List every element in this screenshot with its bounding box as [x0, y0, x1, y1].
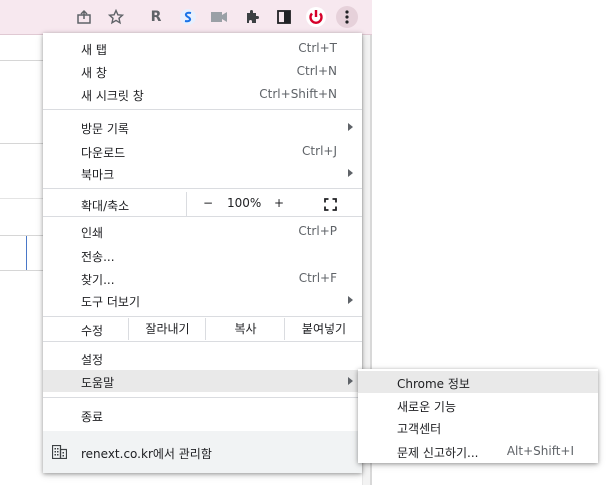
menu-separator [43, 216, 362, 217]
menu-separator [43, 109, 362, 110]
submenu-arrow-icon [348, 377, 353, 385]
r-extension-icon[interactable]: R [146, 7, 166, 27]
zoom-level: 100% [227, 196, 262, 210]
help-submenu: Chrome 정보 새로운 기능 고객센터 문제 신고하기... Alt+Shi… [358, 369, 598, 463]
menu-item-label: 새 창 [81, 66, 107, 80]
zoom-controls: − 100% + [186, 192, 363, 216]
menu-item-label: 북마크 [81, 168, 115, 182]
menu-item-shortcut: Ctrl+P [298, 224, 337, 238]
extensions-puzzle-icon[interactable] [242, 7, 262, 27]
zoom-out-button[interactable]: − [202, 196, 214, 210]
menu-separator [43, 341, 362, 342]
menu-item-label: 찾기... [81, 273, 115, 287]
menu-item-label: 새 탭 [81, 43, 107, 57]
s-extension-icon[interactable] [178, 7, 198, 27]
managed-by-org[interactable]: renext.co.kr에서 관리함 [43, 431, 362, 473]
menu-item-help[interactable]: 도움말 [43, 370, 362, 392]
menu-item-history[interactable]: 방문 기록 [43, 116, 362, 138]
building-icon [51, 444, 68, 460]
submenu-item-about-chrome[interactable]: Chrome 정보 [358, 371, 598, 393]
menu-item-label: 방문 기록 [81, 122, 129, 136]
power-icon[interactable] [304, 5, 328, 29]
chrome-menu: 새 탭 Ctrl+T 새 창 Ctrl+N 새 시크릿 창 Ctrl+Shift… [43, 33, 362, 473]
page-input-box [0, 235, 44, 271]
menu-item-label: Chrome 정보 [397, 377, 470, 391]
managed-label: renext.co.kr에서 관리함 [81, 447, 212, 461]
menu-separator [43, 188, 362, 189]
menu-item-shortcut: Ctrl+J [302, 144, 337, 158]
menu-item-find[interactable]: 찾기... Ctrl+F [43, 267, 362, 289]
submenu-arrow-icon [348, 296, 353, 304]
submenu-arrow-icon [348, 123, 353, 131]
menu-item-more-tools[interactable]: 도구 더보기 [43, 289, 362, 311]
edit-label: 수정 [81, 324, 104, 338]
menu-separator [43, 316, 362, 317]
menu-item-incognito[interactable]: 새 시크릿 창 Ctrl+Shift+N [43, 83, 362, 105]
menu-separator [43, 397, 362, 398]
side-panel-icon[interactable] [274, 7, 294, 27]
menu-item-bookmarks[interactable]: 북마크 [43, 162, 362, 184]
video-icon[interactable] [209, 7, 229, 27]
menu-item-shortcut: Ctrl+T [298, 41, 337, 55]
menu-item-shortcut: Ctrl+F [298, 271, 337, 285]
menu-item-shortcut: Ctrl+Shift+N [259, 87, 337, 101]
bookmark-star-icon[interactable] [106, 7, 126, 27]
menu-item-label: 인쇄 [81, 226, 104, 240]
page-divider [0, 198, 44, 199]
menu-item-new-tab[interactable]: 새 탭 Ctrl+T [43, 37, 362, 59]
menu-item-label: 새 시크릿 창 [81, 89, 144, 103]
menu-item-label: 다운로드 [81, 146, 126, 160]
submenu-item-whats-new[interactable]: 새로운 기능 [358, 394, 598, 416]
menu-item-label: 전송... [81, 250, 115, 264]
menu-item-new-window[interactable]: 새 창 Ctrl+N [43, 60, 362, 82]
fullscreen-icon[interactable] [324, 198, 337, 211]
menu-item-exit[interactable]: 종료 [43, 404, 362, 426]
copy-button[interactable]: 복사 [205, 318, 285, 340]
menu-item-label: 설정 [81, 353, 104, 367]
menu-item-shortcut: Alt+Shift+I [506, 444, 574, 458]
more-menu-icon[interactable] [336, 6, 358, 28]
menu-item-settings[interactable]: 설정 [43, 347, 362, 369]
menu-item-cast[interactable]: 전송... [43, 244, 362, 266]
menu-item-label: 도구 더보기 [81, 295, 141, 309]
submenu-item-help-center[interactable]: 고객센터 [358, 416, 598, 438]
paste-button[interactable]: 붙여넣기 [284, 318, 363, 340]
page-divider [0, 60, 44, 61]
submenu-item-report-issue[interactable]: 문제 신고하기... Alt+Shift+I [358, 440, 598, 462]
zoom-row: 확대/축소 − 100% + [43, 192, 362, 216]
r-extension-label: R [150, 9, 162, 25]
menu-item-label: 종료 [81, 410, 104, 424]
edit-row: 수정 잘라내기 복사 붙여넣기 [43, 318, 362, 340]
menu-item-label: 고객센터 [397, 422, 442, 436]
zoom-label: 확대/축소 [81, 199, 130, 213]
menu-item-downloads[interactable]: 다운로드 Ctrl+J [43, 140, 362, 162]
share-icon[interactable] [74, 7, 94, 27]
zoom-in-button[interactable]: + [273, 196, 285, 210]
menu-item-shortcut: Ctrl+N [296, 64, 337, 78]
page-divider [0, 143, 44, 144]
cut-button[interactable]: 잘라내기 [128, 318, 206, 340]
submenu-arrow-icon [348, 169, 353, 177]
browser-toolbar: R [0, 0, 372, 35]
menu-item-print[interactable]: 인쇄 Ctrl+P [43, 220, 362, 242]
menu-item-label: 도움말 [81, 376, 115, 390]
menu-item-label: 문제 신고하기... [397, 446, 479, 460]
menu-item-label: 새로운 기능 [397, 400, 457, 414]
